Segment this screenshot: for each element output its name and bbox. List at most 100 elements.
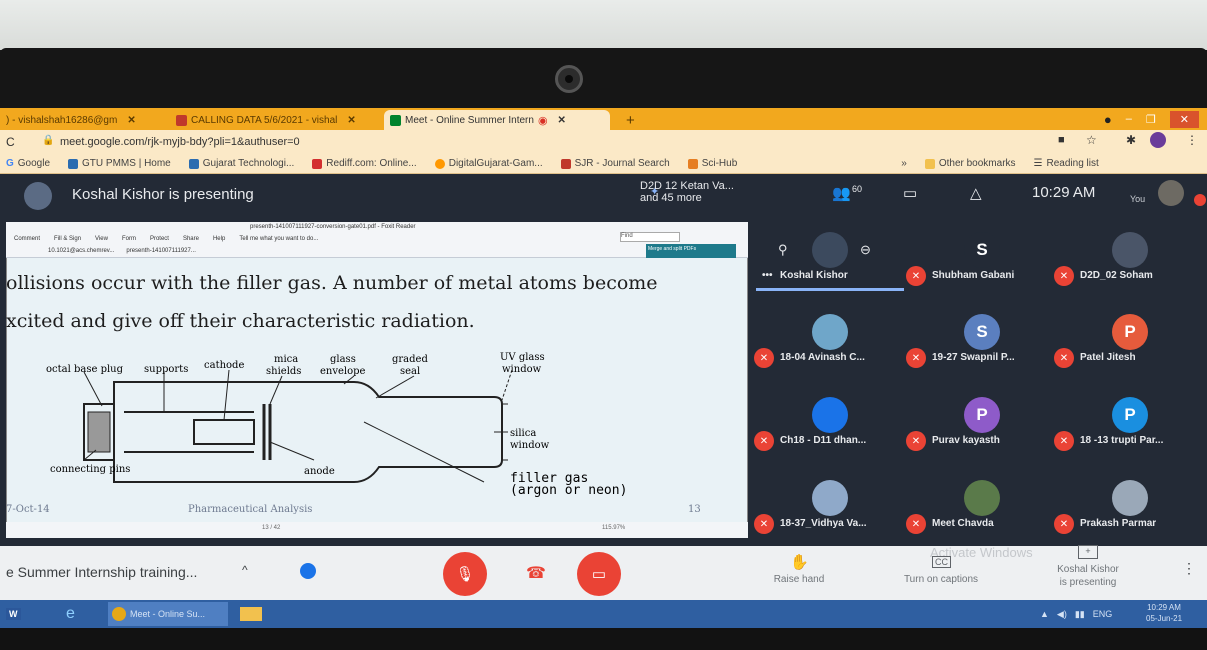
bookmark-rediff[interactable]: Rediff.com: Online... (312, 158, 417, 169)
pdf-menu-item[interactable]: Fill & Sign (54, 236, 81, 242)
hollow-cathode-lamp-diagram: octal base plug supports cathode mica sh… (46, 352, 627, 498)
activities-icon[interactable]: △ (970, 184, 982, 202)
profile-avatar[interactable] (1150, 132, 1166, 148)
pdf-menu-item[interactable]: Form (122, 236, 136, 242)
camera-off-button[interactable]: ▭ (577, 552, 621, 596)
lock-icon[interactable]: 🔒 (42, 135, 54, 146)
reading-list[interactable]: ☰ Reading list (1034, 158, 1099, 169)
participant-name[interactable]: Patel Jitesh (1080, 352, 1136, 363)
close-window-icon[interactable]: ✕ (1169, 110, 1199, 128)
bookmark-label: Google (17, 158, 51, 169)
pdf-doc-tab[interactable]: presenth-141007111927... (126, 248, 196, 254)
laptop-bezel-bottom (0, 628, 1207, 650)
participant-name[interactable]: Meet Chavda (932, 518, 994, 529)
more-bookmarks-icon[interactable]: » (901, 158, 907, 169)
tab-close-icon[interactable]: ✕ (558, 115, 566, 126)
pdf-menu: Comment Fill & Sign View Form Protect Sh… (14, 236, 318, 242)
webcam-lens (565, 75, 573, 83)
mic-off-icon: ✕ (1054, 266, 1074, 286)
ie-icon[interactable]: e (62, 602, 79, 626)
end-call-icon[interactable]: ☎ (526, 563, 546, 583)
pin-icon[interactable]: ⚲ (778, 242, 788, 258)
pdf-menu-item[interactable]: View (95, 236, 108, 242)
maximize-icon[interactable]: ❐ (1146, 113, 1156, 126)
bookmark-digitalgujarat[interactable]: DigitalGujarat-Gam... (434, 158, 543, 169)
participant-name[interactable]: Purav kayasth (932, 435, 1000, 446)
tab-close-icon[interactable]: ✕ (127, 115, 135, 126)
pdf-window-title: presenth-141007111927-conversion-gate01.… (250, 224, 416, 230)
minimize-icon[interactable]: – (1126, 113, 1132, 125)
participant-name[interactable]: 18 -13 trupti Par... (1080, 435, 1163, 446)
chat-icon[interactable]: ▭ (903, 184, 917, 202)
reading-list-icon: ☰ (1033, 158, 1043, 169)
camera-off-icon: ▭ (591, 566, 607, 583)
meeting-title[interactable]: e Summer Internship training... (6, 564, 197, 580)
browser-tab-bar: ) - vishalshah16286@gm ✕ CALLING DATA 5/… (0, 108, 1207, 130)
more-options-icon[interactable]: ⋮ (1182, 560, 1196, 577)
pdf-page-indicator[interactable]: 13 / 42 (262, 525, 280, 531)
pdf-menu-item[interactable]: Protect (150, 236, 169, 242)
taskbar-clock[interactable]: 10:29 AM 05-Jun-21 (1146, 602, 1182, 624)
word-icon[interactable]: W (2, 602, 25, 626)
security-icon[interactable] (300, 563, 316, 579)
pdf-menu-item[interactable]: Help (213, 236, 225, 242)
top-participants-summary[interactable]: D2D 12 Ketan Va... and 45 more (640, 180, 734, 204)
chevron-up-icon[interactable]: ^ (242, 563, 248, 577)
bookmark-google[interactable]: G Google (6, 158, 50, 169)
participant-name[interactable]: 18-37_Vidhya Va... (780, 518, 867, 529)
participant-name[interactable]: Koshal Kishor (780, 270, 848, 281)
participant-name[interactable]: 19-27 Swapnil P... (932, 352, 1015, 363)
browser-tab-meet[interactable]: Meet - Online Summer Intern ◉ ✕ (384, 110, 610, 130)
star-icon[interactable]: ☆ (1086, 133, 1097, 147)
url-field[interactable]: meet.google.com/rjk-myjb-bdy?pli=1&authu… (60, 136, 300, 148)
mic-off-button[interactable]: 🎙 (443, 552, 487, 596)
participant-name[interactable]: 18-04 Avinash C... (780, 352, 865, 363)
pdf-tell-me[interactable]: Tell me what you want to do... (239, 236, 318, 242)
browser-tab-gmail[interactable]: ) - vishalshah16286@gm ✕ (0, 110, 142, 130)
bookmark-gtu-pmms[interactable]: GTU PMMS | Home (68, 158, 171, 169)
participant-avatar: P (964, 397, 1000, 433)
other-bookmarks[interactable]: Other bookmarks (924, 158, 1016, 169)
profile-dot-icon[interactable]: ● (1104, 112, 1112, 127)
pdf-zoom[interactable]: 115.97% (602, 525, 625, 531)
file-explorer-icon[interactable] (236, 602, 276, 626)
participant-name[interactable]: D2D_02 Soham (1080, 270, 1153, 281)
pdf-doc-tab[interactable]: 10.1021@acs.chemrev... (48, 248, 114, 254)
pdf-find-input[interactable]: Find (620, 232, 680, 242)
menu-icon[interactable]: ⋮ (1186, 133, 1198, 147)
remove-icon[interactable]: ⊖ (860, 242, 871, 258)
network-icon[interactable]: ▲ (1040, 609, 1049, 619)
label-uv-glass: UV glass (500, 352, 545, 363)
reading-list-label: Reading list (1046, 158, 1099, 169)
presenting-status-button[interactable]: Koshal Kishor is presenting (1040, 563, 1136, 589)
mic-off-icon: ✕ (754, 431, 774, 451)
label-seal: seal (400, 366, 420, 377)
label-connecting-pins: connecting pins (50, 464, 130, 475)
people-icon[interactable]: 👥 (832, 184, 851, 202)
taskbar-chrome[interactable]: Meet - Online Su... (108, 602, 228, 626)
new-tab-icon[interactable]: + (620, 110, 641, 130)
browser-tab-calling-data[interactable]: CALLING DATA 5/6/2021 - vishal ✕ (170, 110, 362, 130)
participant-avatar: S (964, 314, 1000, 350)
pdf-menu-item[interactable]: Share (183, 236, 199, 242)
participant-name[interactable]: Prakash Parmar (1080, 518, 1156, 529)
language-indicator[interactable]: ENG (1093, 609, 1113, 619)
pdf-menu-item[interactable]: Comment (14, 236, 40, 242)
system-tray: ▲ ◀) ▮▮ ENG (1040, 600, 1112, 628)
bookmark-gujarat-tech[interactable]: Gujarat Technologi... (188, 158, 294, 169)
bookmark-scihub[interactable]: Sci-Hub (687, 158, 737, 169)
merge-pdf-button[interactable]: Merge and split PDFs (646, 244, 736, 258)
camera-indicator-icon[interactable]: ■ (1058, 134, 1065, 146)
participant-name[interactable]: Ch18 - D11 dhan... (780, 435, 866, 446)
reload-icon[interactable]: C (6, 135, 15, 149)
raise-hand-button[interactable]: Raise hand (756, 574, 842, 585)
participant-name[interactable]: Shubham Gabani (932, 270, 1014, 281)
tab-close-icon[interactable]: ✕ (347, 115, 355, 126)
bookmark-sjr[interactable]: SJR - Journal Search (560, 158, 670, 169)
captions-button[interactable]: Turn on captions (880, 574, 1002, 585)
signal-icon[interactable]: ▮▮ (1075, 609, 1085, 620)
extensions-icon[interactable]: ✱ (1126, 133, 1136, 147)
label-mica: mica (274, 354, 298, 365)
volume-icon[interactable]: ◀) (1057, 609, 1067, 620)
recording-icon: ◉ (537, 114, 548, 127)
